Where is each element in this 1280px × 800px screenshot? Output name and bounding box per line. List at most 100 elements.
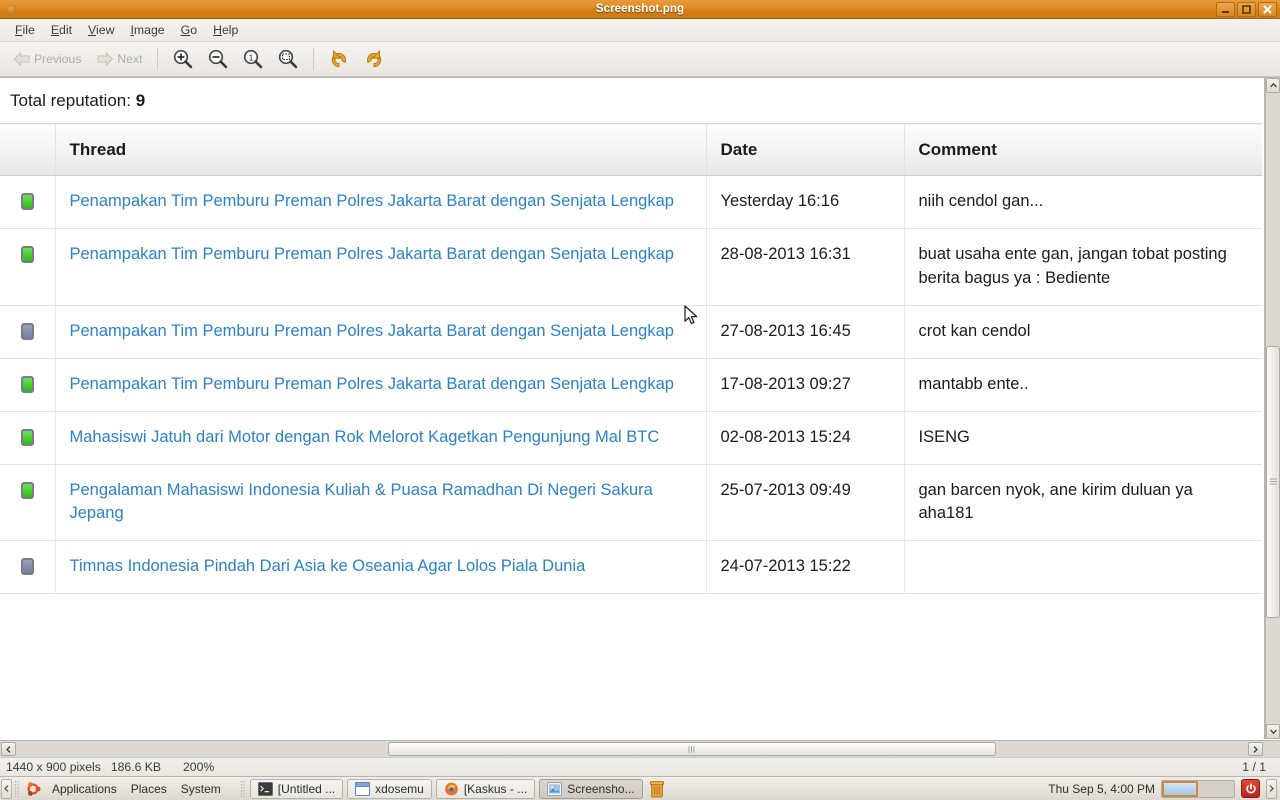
column-header-thread[interactable]: Thread (55, 123, 707, 176)
ubuntu-logo-icon (27, 781, 41, 796)
image-viewport[interactable]: Total reputation: 9 Thread Date Comment (0, 77, 1280, 740)
window-list-drag-handle[interactable] (240, 780, 246, 798)
thread-link[interactable]: Penampakan Tim Pemburu Preman Polres Jak… (70, 192, 674, 210)
thread-link[interactable]: Penampakan Tim Pemburu Preman Polres Jak… (70, 322, 674, 340)
menu-help[interactable]: Help (205, 22, 246, 38)
reputation-positive-icon (20, 245, 34, 263)
zoom-level: 200% (183, 760, 215, 774)
total-reputation-label: Total reputation: (10, 91, 131, 110)
row-thread-cell: Mahasiswi Jatuh dari Motor dengan Rok Me… (55, 411, 707, 465)
toolbar: Previous Next 1 (0, 42, 1280, 77)
scrollbar-corner (1264, 741, 1280, 757)
menu-file-label: ile (22, 23, 35, 37)
panel-hide-left-button[interactable] (1, 778, 12, 799)
task-button-terminal[interactable]: [Untitled ... (249, 778, 344, 799)
maximize-button[interactable] (1237, 1, 1256, 17)
horizontal-scrollbar-thumb[interactable] (388, 742, 996, 756)
next-button[interactable]: Next (89, 48, 149, 70)
clock[interactable]: Thu Sep 5, 4:00 PM (1048, 782, 1155, 796)
row-date-cell: 02-08-2013 15:24 (706, 411, 905, 465)
table-row[interactable]: Timnas Indonesia Pindah Dari Asia ke Ose… (0, 540, 1262, 595)
chevron-up-icon (1269, 83, 1277, 88)
task-button-firefox[interactable]: [Kaskus - ... (435, 778, 536, 799)
firefox-icon (444, 782, 458, 795)
svg-text:1: 1 (249, 52, 254, 62)
thread-link[interactable]: Pengalaman Mahasiswi Indonesia Kuliah & … (70, 481, 653, 523)
table-row[interactable]: Penampakan Tim Pemburu Preman Polres Jak… (0, 228, 1262, 306)
thread-link[interactable]: Mahasiswi Jatuh dari Motor dengan Rok Me… (70, 428, 660, 446)
image-filesize: 186.6 KB (110, 760, 162, 774)
menu-view[interactable]: View (80, 22, 122, 38)
table-row[interactable]: Pengalaman Mahasiswi Indonesia Kuliah & … (0, 464, 1262, 542)
panel-menu-places[interactable]: Places (124, 780, 174, 798)
zoom-out-icon (209, 49, 228, 69)
table-row[interactable]: Penampakan Tim Pemburu Preman Polres Jak… (0, 305, 1262, 359)
horizontal-scrollbar[interactable] (0, 740, 1280, 757)
column-header-comment[interactable]: Comment (904, 123, 1262, 176)
task-label: [Kaskus - ... (463, 781, 528, 796)
previous-button[interactable]: Previous (6, 48, 88, 70)
minimize-button[interactable] (1216, 1, 1235, 17)
power-button[interactable] (1241, 779, 1260, 798)
zoom-in-button[interactable] (166, 44, 200, 74)
menu-image[interactable]: Image (122, 22, 172, 38)
window-icon (355, 781, 371, 796)
scroll-right-button[interactable] (1248, 742, 1263, 756)
vertical-scrollbar-thumb[interactable] (1266, 346, 1280, 618)
image-canvas[interactable]: Total reputation: 9 Thread Date Comment (0, 78, 1265, 739)
rotate-right-button[interactable] (357, 44, 391, 74)
power-icon (1245, 783, 1256, 793)
workspace-switcher[interactable] (1161, 779, 1235, 798)
chevron-right-icon (1269, 785, 1274, 792)
table-row[interactable]: Mahasiswi Jatuh dari Motor dengan Rok Me… (0, 411, 1262, 465)
reputation-positive-icon (20, 428, 34, 446)
zoom-out-button[interactable] (201, 44, 235, 74)
panel-menu-applications[interactable]: Applications (45, 780, 124, 798)
chevron-down-icon (1269, 729, 1277, 734)
menu-go-label: o (190, 23, 198, 37)
task-button-screenshot[interactable]: Screensho... (539, 778, 643, 799)
image-viewer-icon (547, 781, 563, 796)
row-thread-cell: Penampakan Tim Pemburu Preman Polres Jak… (55, 358, 707, 412)
total-reputation: Total reputation: 9 (0, 78, 1264, 123)
scroll-left-button[interactable] (1, 742, 16, 756)
vertical-scrollbar[interactable] (1265, 78, 1280, 739)
thread-link[interactable]: Timnas Indonesia Pindah Dari Asia ke Ose… (70, 557, 586, 575)
row-thread-cell: Penampakan Tim Pemburu Preman Polres Jak… (55, 228, 707, 306)
window-titlebar[interactable]: Screenshot.png (0, 0, 1280, 19)
taskbar-panel: Applications Places System [Untitled ...… (0, 776, 1280, 800)
column-header-status (0, 123, 56, 176)
thread-link[interactable]: Penampakan Tim Pemburu Preman Polres Jak… (70, 375, 674, 393)
menu-image-label: mage (133, 23, 165, 37)
window-menu-icon[interactable] (7, 5, 15, 13)
chevron-right-icon (1253, 745, 1258, 753)
row-status-cell (0, 175, 56, 229)
normal-size-button[interactable]: 1 (236, 44, 270, 74)
rotate-left-button[interactable] (322, 44, 356, 74)
row-status-cell (0, 228, 56, 306)
workspace-1[interactable] (1162, 780, 1198, 797)
row-date-cell: 28-08-2013 16:31 (706, 228, 905, 306)
row-comment-cell (904, 540, 1262, 595)
thread-link[interactable]: Penampakan Tim Pemburu Preman Polres Jak… (70, 245, 674, 263)
close-button[interactable] (1258, 1, 1277, 17)
arrow-right-icon (97, 52, 114, 66)
scroll-up-button[interactable] (1266, 78, 1280, 93)
table-row[interactable]: Penampakan Tim Pemburu Preman Polres Jak… (0, 358, 1262, 412)
table-row[interactable]: Penampakan Tim Pemburu Preman Polres Jak… (0, 175, 1262, 229)
toolbar-separator-2 (313, 48, 315, 70)
column-header-date[interactable]: Date (706, 123, 905, 176)
panel-hide-right-button[interactable] (1266, 778, 1277, 799)
menu-file[interactable]: File (7, 22, 43, 38)
reputation-neutral-icon (20, 558, 34, 576)
panel-drag-handle[interactable] (14, 780, 20, 798)
menu-go[interactable]: Go (173, 22, 205, 38)
best-fit-button[interactable] (271, 44, 305, 74)
trash-icon[interactable] (649, 780, 665, 798)
panel-menu-system[interactable]: System (174, 780, 228, 798)
table-body: Penampakan Tim Pemburu Preman Polres Jak… (0, 175, 1262, 595)
menu-edit[interactable]: Edit (43, 22, 80, 38)
workspace-2[interactable] (1198, 780, 1234, 797)
task-button-xdosemu[interactable]: xdosemu (347, 778, 432, 799)
scroll-down-button[interactable] (1266, 724, 1280, 739)
